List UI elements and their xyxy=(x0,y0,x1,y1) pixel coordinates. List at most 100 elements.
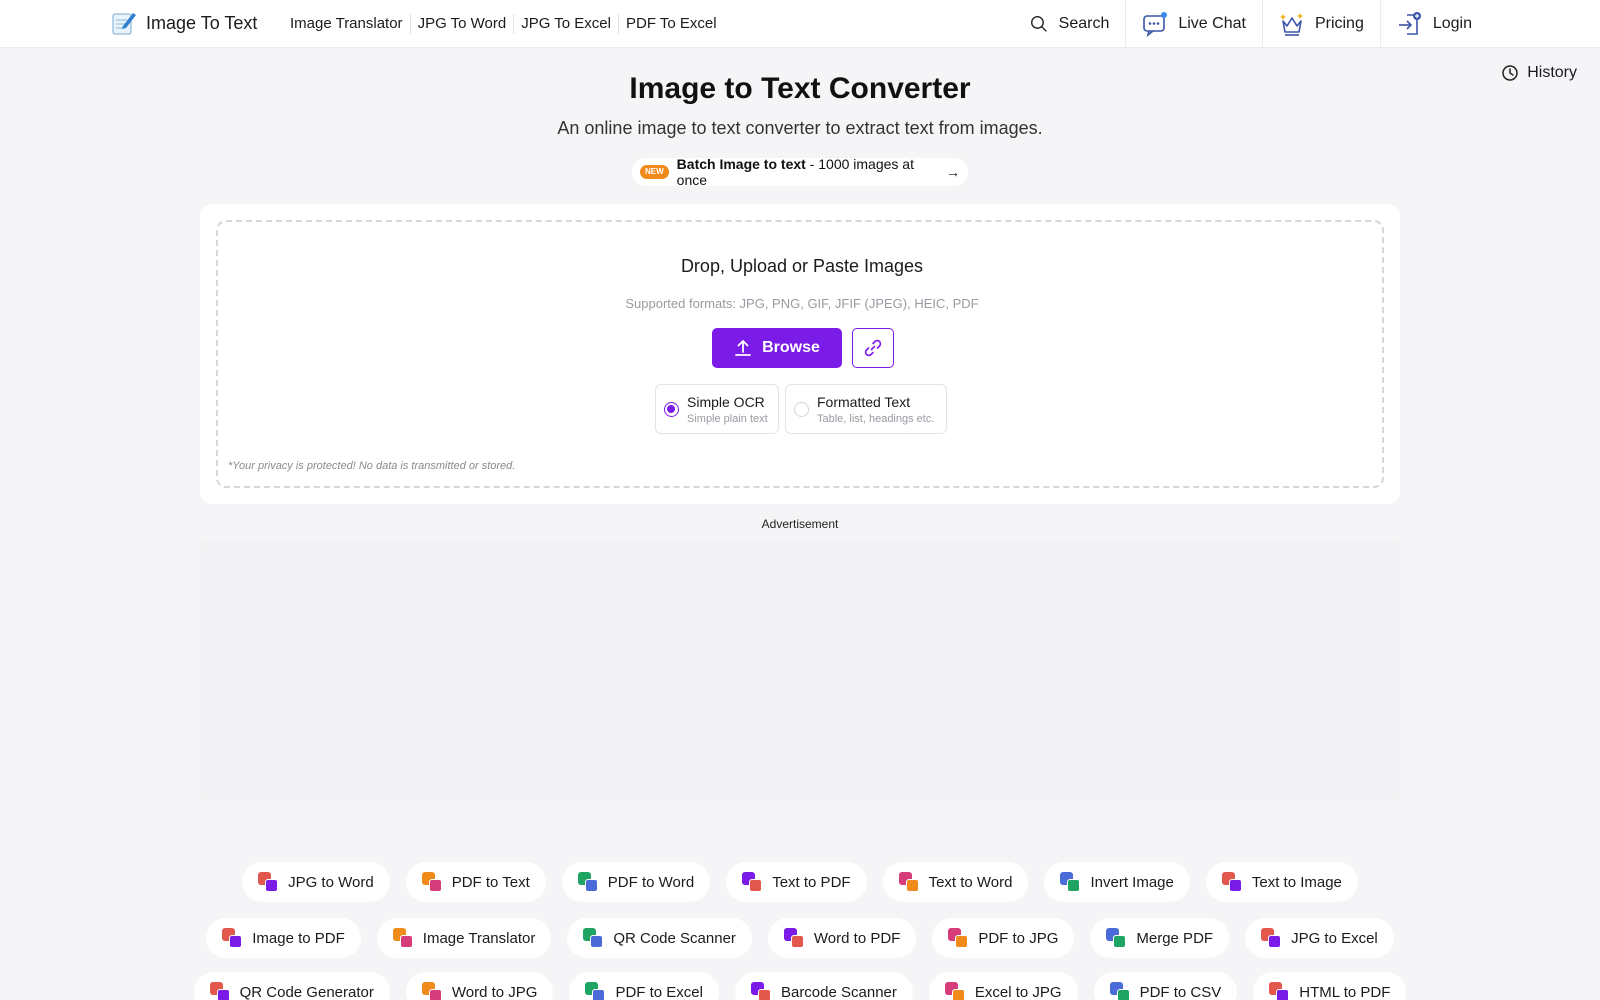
merge-pdf-icon xyxy=(1106,928,1127,948)
live-chat-button[interactable]: Live Chat xyxy=(1125,0,1262,48)
pricing-label: Pricing xyxy=(1314,15,1364,32)
batch-text: Batch Image to text - 1000 images at onc… xyxy=(677,156,938,188)
new-badge: NEW xyxy=(640,165,669,179)
radio-formatted-text[interactable] xyxy=(794,401,809,417)
option-formatted-text[interactable]: Formatted Text Table, list, headings etc… xyxy=(785,384,947,434)
tool-pdf-to-text[interactable]: PDF to Text xyxy=(405,862,546,902)
tool-label: Image to PDF xyxy=(252,929,345,947)
qr-code-scanner-icon xyxy=(583,928,604,948)
top-navbar: Image To Text Image Translator JPG To Wo… xyxy=(0,0,1600,48)
pdf-to-jpg-icon xyxy=(948,928,969,948)
option-label: Formatted Text xyxy=(817,393,911,410)
tool-label: PDF to CSV xyxy=(1139,983,1222,1000)
upload-card: Drop, Upload or Paste Images Supported f… xyxy=(200,204,1400,504)
tool-word-to-pdf[interactable]: Word to PDF xyxy=(767,918,917,958)
html-to-pdf-icon xyxy=(1269,982,1290,1000)
nav-jpg-to-word[interactable]: JPG To Word xyxy=(411,14,515,34)
tool-label: Text to Word xyxy=(928,873,1013,891)
url-link-button[interactable] xyxy=(852,328,894,368)
tool-pdf-to-csv[interactable]: PDF to CSV xyxy=(1093,972,1238,1000)
image-translator-icon xyxy=(392,928,413,948)
supported-formats: Supported formats: JPG, PNG, GIF, JFIF (… xyxy=(625,296,979,311)
pricing-button[interactable]: Pricing xyxy=(1261,0,1380,48)
tool-jpg-to-word[interactable]: JPG to Word xyxy=(242,862,390,902)
dropzone[interactable]: Drop, Upload or Paste Images Supported f… xyxy=(216,220,1384,488)
jpg-to-excel-icon xyxy=(1261,928,1282,948)
text-to-word-icon xyxy=(898,872,919,892)
login-button[interactable]: Login xyxy=(1379,0,1488,48)
tool-label: PDF to Text xyxy=(451,873,530,891)
invert-image-icon xyxy=(1060,872,1081,892)
search-button[interactable]: Search xyxy=(1013,0,1126,48)
tool-label: Merge PDF xyxy=(1136,929,1214,947)
tool-html-to-pdf[interactable]: HTML to PDF xyxy=(1253,972,1407,1000)
logo-text: Image To Text xyxy=(146,12,258,33)
word-to-jpg-icon xyxy=(421,982,442,1000)
logo[interactable]: Image To Text xyxy=(110,8,257,38)
tool-text-to-image[interactable]: Text to Image xyxy=(1205,862,1358,902)
qr-code-generator-icon xyxy=(209,982,230,1000)
chat-icon xyxy=(1143,12,1168,37)
upload-icon xyxy=(735,340,751,356)
tool-invert-image[interactable]: Invert Image xyxy=(1044,862,1190,902)
tool-label: PDF to Word xyxy=(607,873,695,891)
advertisement-slot xyxy=(200,540,1400,800)
tool-label: Invert Image xyxy=(1090,873,1174,891)
pdf-to-text-icon xyxy=(421,872,442,892)
option-text: Simple OCR Simple plain text xyxy=(687,394,768,425)
browse-button[interactable]: Browse xyxy=(712,328,842,368)
tool-pdf-to-jpg[interactable]: PDF to JPG xyxy=(932,918,1075,958)
option-label: Simple OCR xyxy=(687,393,765,410)
tool-jpg-to-excel[interactable]: JPG to Excel xyxy=(1245,918,1394,958)
login-icon xyxy=(1398,12,1421,35)
barcode-scanner-icon xyxy=(750,982,771,1000)
tool-merge-pdf[interactable]: Merge PDF xyxy=(1090,918,1230,958)
tool-label: Image Translator xyxy=(422,929,536,947)
tool-label: JPG to Excel xyxy=(1291,929,1378,947)
word-to-pdf-icon xyxy=(783,928,804,948)
privacy-note: *Your privacy is protected! No data is t… xyxy=(228,460,516,472)
tool-word-to-jpg[interactable]: Word to JPG xyxy=(405,972,554,1000)
tool-qr-code-generator[interactable]: QR Code Generator xyxy=(193,972,390,1000)
nav-image-translator[interactable]: Image Translator xyxy=(290,14,411,34)
tool-text-to-pdf[interactable]: Text to PDF xyxy=(726,862,867,902)
nav-pdf-to-excel[interactable]: PDF To Excel xyxy=(619,14,724,34)
login-label: Login xyxy=(1432,15,1472,32)
tool-label: Barcode Scanner xyxy=(780,983,897,1000)
image-to-pdf-icon xyxy=(222,928,243,948)
option-desc: Table, list, headings etc. xyxy=(817,412,935,425)
live-chat-label: Live Chat xyxy=(1178,15,1246,32)
batch-promo-link[interactable]: NEW Batch Image to text - 1000 images at… xyxy=(632,156,968,188)
tool-pdf-to-word[interactable]: PDF to Word xyxy=(561,862,711,902)
tool-pdf-to-excel[interactable]: PDF to Excel xyxy=(569,972,719,1000)
nav-jpg-to-excel[interactable]: JPG To Excel xyxy=(514,14,619,34)
option-simple-ocr[interactable]: Simple OCR Simple plain text xyxy=(655,384,779,434)
tool-label: QR Code Generator xyxy=(239,983,374,1000)
tools-row-3: QR Code Generator Word to JPG PDF to Excel… xyxy=(0,972,1600,1000)
dropzone-title: Drop, Upload or Paste Images xyxy=(680,256,924,276)
tool-label: HTML to PDF xyxy=(1299,983,1391,1000)
tool-image-translator[interactable]: Image Translator xyxy=(376,918,552,958)
advertisement-label: Advertisement xyxy=(761,517,839,531)
page-title: Image to Text Converter xyxy=(629,72,971,105)
search-icon xyxy=(1030,15,1047,32)
tools-row-1: JPG to Word PDF to Text PDF to Word Text to… xyxy=(0,862,1600,902)
browse-label: Browse xyxy=(762,339,820,356)
pdf-to-csv-icon xyxy=(1109,982,1130,1000)
tool-text-to-word[interactable]: Text to Word xyxy=(882,862,1029,902)
pdf-to-excel-icon xyxy=(585,982,606,1000)
radio-simple-ocr[interactable] xyxy=(664,401,679,417)
tool-barcode-scanner[interactable]: Barcode Scanner xyxy=(734,972,913,1000)
text-to-pdf-icon xyxy=(742,872,763,892)
batch-bold: Batch Image to text xyxy=(676,156,806,172)
tool-qr-code-scanner[interactable]: QR Code Scanner xyxy=(567,918,752,958)
pdf-to-word-icon xyxy=(577,872,598,892)
link-icon xyxy=(864,339,882,357)
tool-excel-to-jpg[interactable]: Excel to JPG xyxy=(928,972,1078,1000)
tool-image-to-pdf[interactable]: Image to PDF xyxy=(206,918,361,958)
arrow-right-icon: → xyxy=(946,164,960,180)
option-text: Formatted Text Table, list, headings etc… xyxy=(817,394,934,425)
crown-icon xyxy=(1279,13,1303,36)
notepad-pencil-icon xyxy=(112,13,136,35)
tool-label: QR Code Scanner xyxy=(613,929,736,947)
